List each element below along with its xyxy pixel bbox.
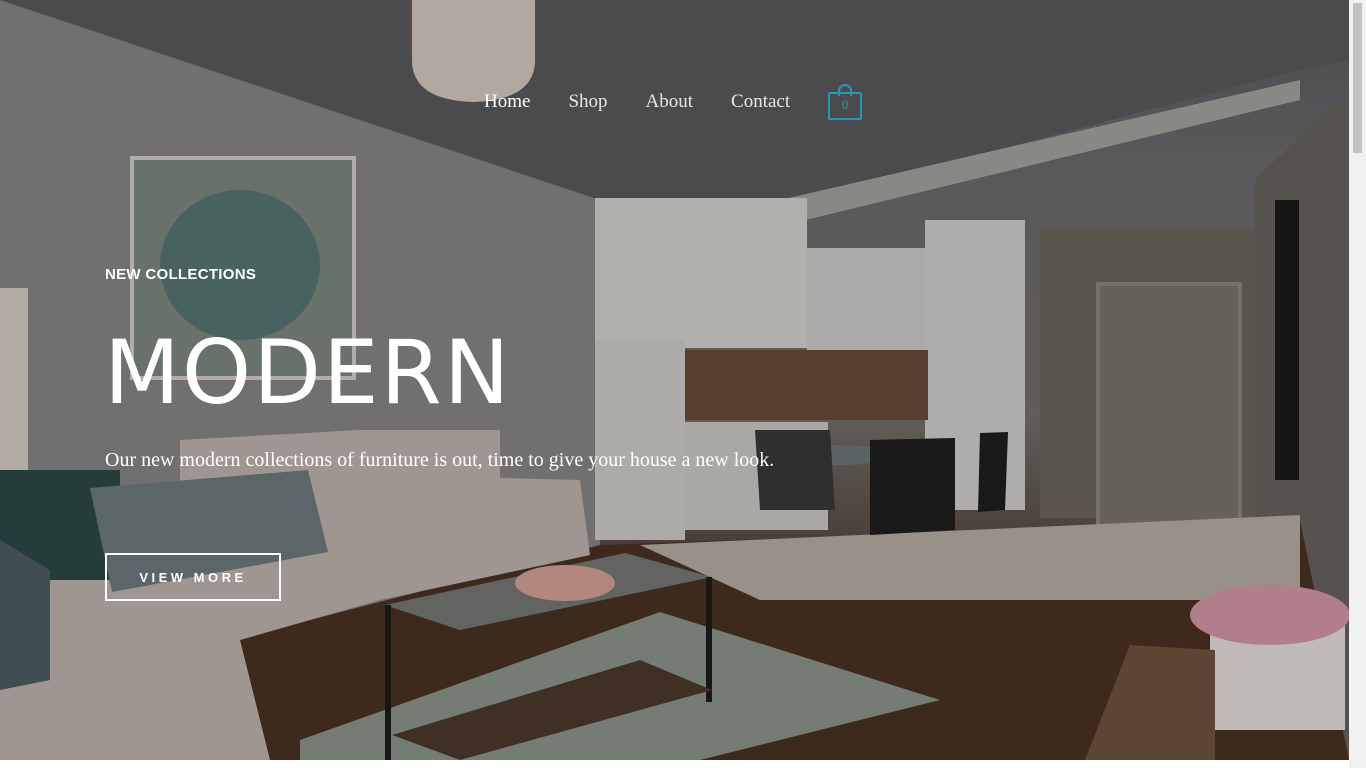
hero-eyebrow: NEW COLLECTIONS: [105, 266, 257, 283]
cart-count-badge: 0: [841, 97, 849, 112]
page-scrollbar[interactable]: [1349, 0, 1366, 768]
nav-link-about[interactable]: About: [646, 91, 694, 113]
hero-section: Home Shop About Contact 0 NEW COLLECTION…: [0, 0, 1349, 760]
nav-link-shop[interactable]: Shop: [568, 91, 607, 113]
cart-button[interactable]: 0: [828, 84, 863, 120]
view-more-button[interactable]: VIEW MORE: [105, 553, 281, 601]
hero-subtext: Our new modern collections of furniture …: [105, 449, 775, 471]
hero-headline: MODERN: [104, 321, 512, 424]
page-bottom-edge: [0, 760, 1349, 768]
nav-link-contact[interactable]: Contact: [731, 91, 790, 113]
nav-link-home[interactable]: Home: [484, 91, 530, 113]
main-navigation: Home Shop About Contact 0: [484, 84, 863, 120]
scrollbar-thumb[interactable]: [1353, 3, 1362, 153]
